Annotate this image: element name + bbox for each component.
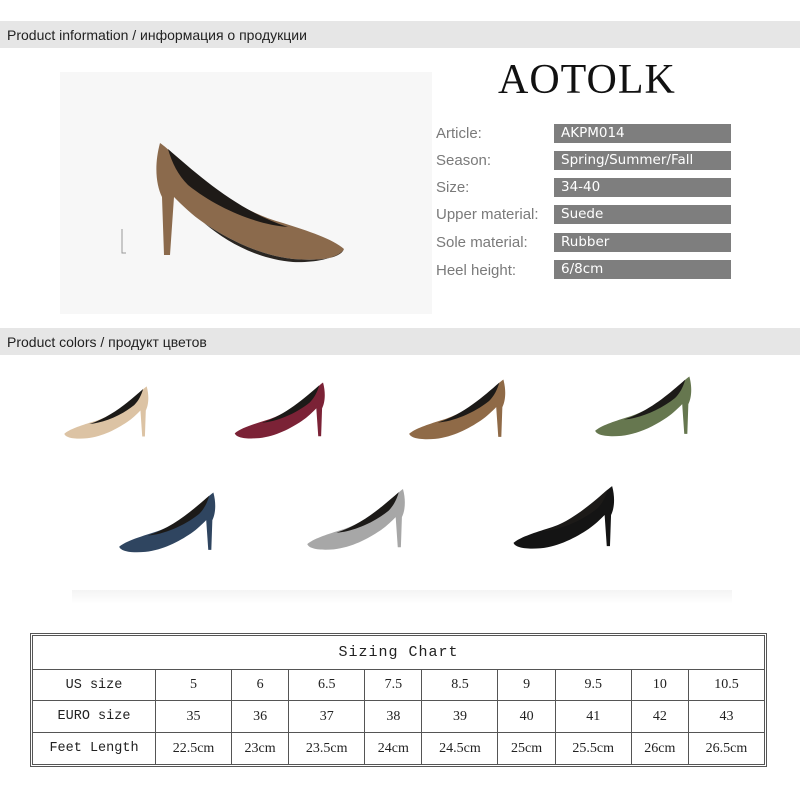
shoe-upper <box>64 386 149 439</box>
table-cell: 39 <box>421 700 499 734</box>
spec-label-sole-material: Sole material: <box>436 234 528 251</box>
table-cell: 24.5cm <box>421 732 499 765</box>
table-cell: 41 <box>554 700 632 734</box>
shoe-color-grey[interactable] <box>300 478 430 562</box>
table-cell: 8.5 <box>421 668 499 702</box>
table-cell: 9 <box>497 668 556 702</box>
table-cell: 5 <box>155 668 232 702</box>
sizing-chart-title-row: Sizing Chart <box>32 635 765 670</box>
table-cell: 26cm <box>630 732 689 765</box>
table-cell: 38 <box>364 700 423 734</box>
table-cell: 7.5 <box>364 668 423 702</box>
table-cell: 36 <box>230 700 290 734</box>
shoe-color-black[interactable] <box>506 474 640 562</box>
brand-logo: AOTOLK <box>498 57 676 103</box>
table-cell: 26.5cm <box>687 732 766 765</box>
main-shoe-upper <box>156 143 344 260</box>
table-cell: 22.5cm <box>155 732 232 765</box>
spec-value-sole-material: Rubber <box>554 233 731 252</box>
row-label-euro-size: EURO size <box>32 700 156 734</box>
table-cell: 9.5 <box>554 668 632 702</box>
table-cell: 6.5 <box>288 668 366 702</box>
spec-value-size: 34-40 <box>554 178 731 197</box>
product-floor-shadow <box>72 590 732 604</box>
table-cell: 23cm <box>230 732 290 765</box>
shoe-color-navy[interactable] <box>112 478 240 568</box>
table-row: EURO size 35 36 37 38 39 40 41 42 43 <box>32 700 766 734</box>
spec-label-article: Article: <box>436 125 482 142</box>
table-cell: 6 <box>230 668 290 702</box>
spec-value-article: AKPM014 <box>554 124 731 143</box>
product-info-title: Product information / информация о проду… <box>7 26 307 43</box>
shoe-color-wine[interactable] <box>228 372 348 450</box>
shoe-upper <box>307 489 405 550</box>
table-cell: 23.5cm <box>288 732 366 765</box>
product-colors-header: Product colors / продукт цветов <box>0 328 800 355</box>
shoe-upper <box>409 379 506 440</box>
spec-value-season: Spring/Summer/Fall <box>554 151 731 170</box>
spec-label-heel-height: Heel height: <box>436 262 517 279</box>
shoe-color-olive[interactable] <box>588 364 716 450</box>
spec-label-size: Size: <box>436 179 470 196</box>
table-cell: 10 <box>630 668 689 702</box>
spec-value-heel-height: 6/8cm <box>554 260 731 279</box>
product-colors-title: Product colors / продукт цветов <box>7 333 207 350</box>
table-cell: 10.5 <box>687 668 766 702</box>
spec-label-upper-material: Upper material: <box>436 206 539 223</box>
spec-label-season: Season: <box>436 152 492 169</box>
table-cell: 25.5cm <box>554 732 632 765</box>
shoe-upper <box>234 382 325 439</box>
table-cell: 24cm <box>364 732 423 765</box>
shoe-upper <box>513 486 615 549</box>
table-cell: 37 <box>288 700 366 734</box>
sizing-chart-title: Sizing Chart <box>32 635 765 670</box>
shoe-upper <box>119 492 216 553</box>
table-cell: 42 <box>630 700 689 734</box>
product-info-header: Product information / информация о проду… <box>0 21 800 48</box>
table-cell: 40 <box>497 700 556 734</box>
table-row: US size 5 6 6.5 7.5 8.5 9 9.5 10 10.5 <box>32 668 766 702</box>
shoe-color-brown[interactable] <box>402 368 530 452</box>
table-cell: 43 <box>687 700 766 734</box>
table-cell: 35 <box>155 700 232 734</box>
shoe-upper <box>595 376 692 437</box>
spec-value-upper-material: Suede <box>554 205 731 224</box>
row-label-us-size: US size <box>32 668 156 702</box>
main-shoe-image <box>121 143 344 263</box>
table-row: Feet Length 22.5cm 23cm 23.5cm 24cm 24.5… <box>32 732 766 765</box>
sizing-chart-table: Sizing Chart US size 5 6 6.5 7.5 8.5 9 9… <box>32 635 766 765</box>
row-label-feet-length: Feet Length <box>32 732 156 765</box>
shoe-color-beige[interactable] <box>58 376 170 450</box>
table-cell: 25cm <box>497 732 556 765</box>
